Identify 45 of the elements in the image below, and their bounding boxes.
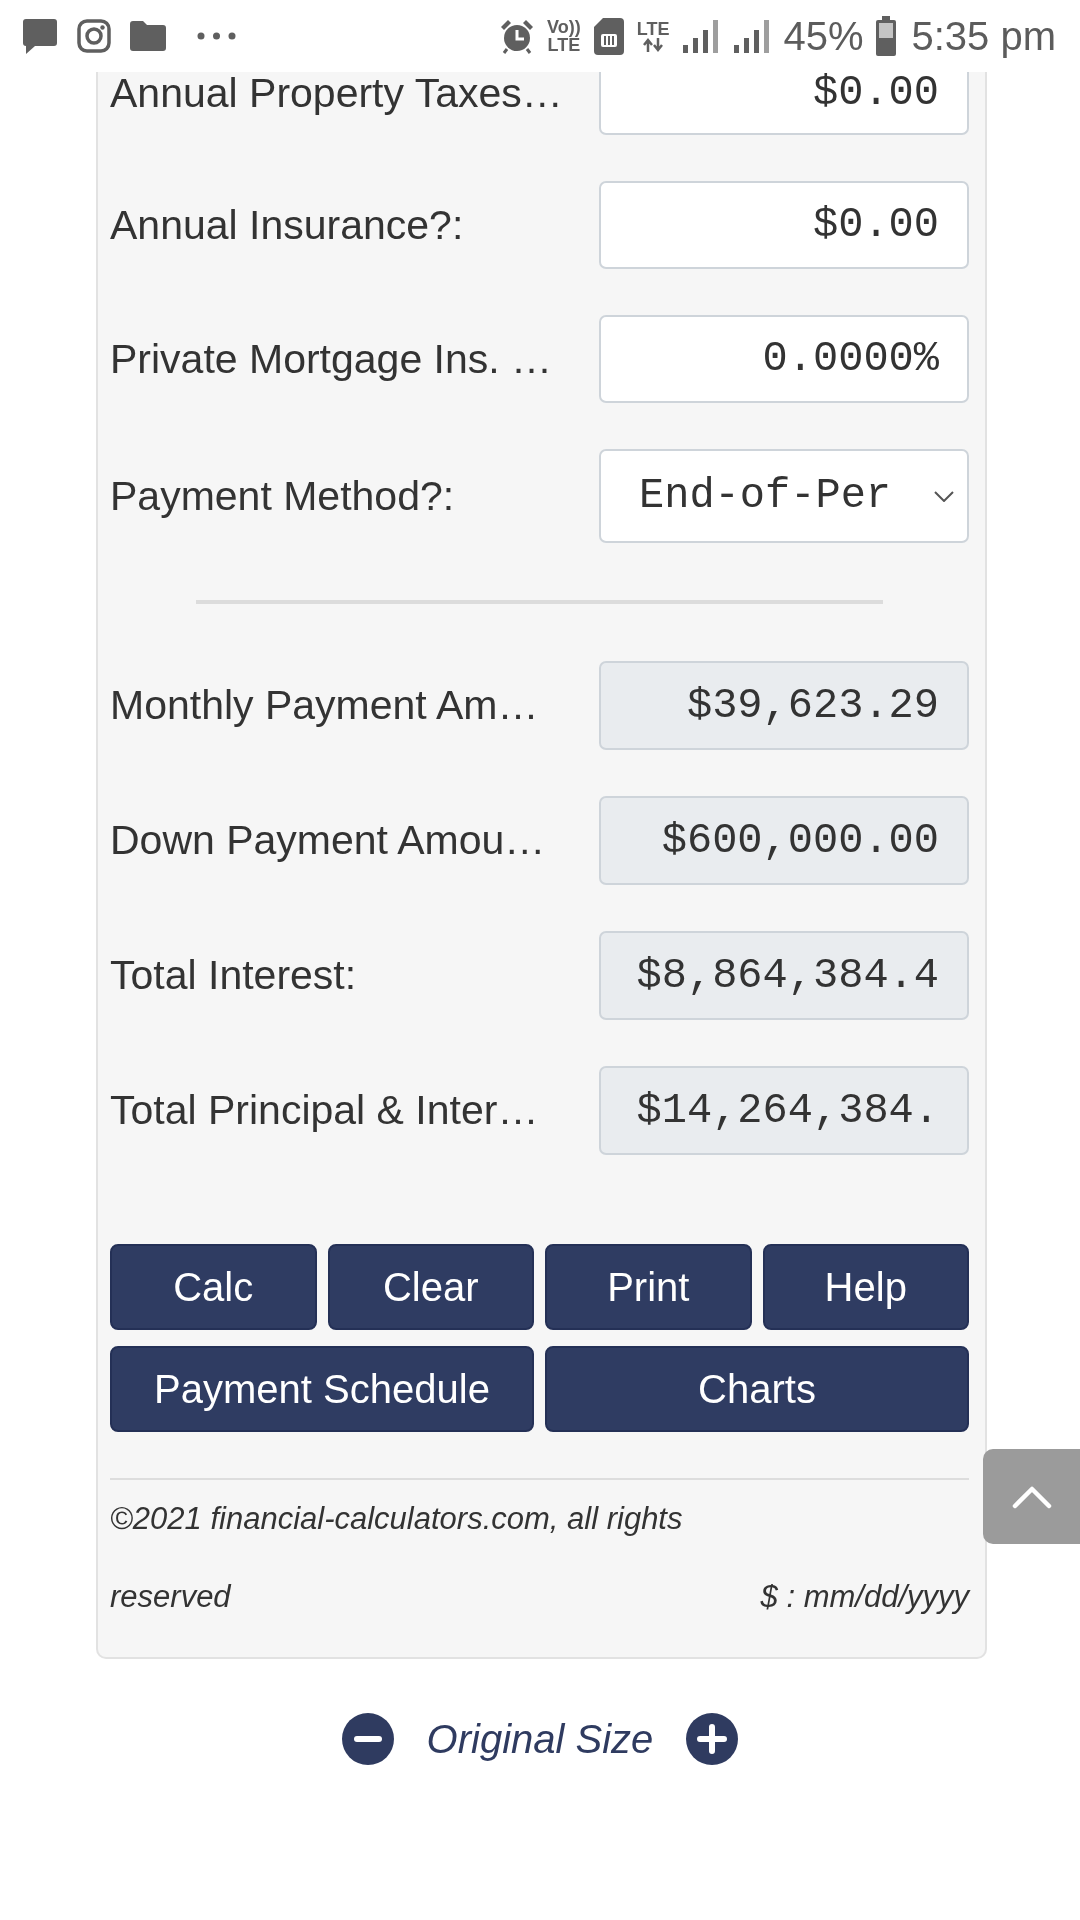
input-field[interactable]: $0.00 xyxy=(599,72,969,135)
action-button[interactable]: Clear xyxy=(327,1244,534,1330)
sim-card-icon xyxy=(592,17,625,55)
result-field: $8,864,384.4 xyxy=(599,931,969,1020)
voice-over-text: Vo)) xyxy=(547,18,581,36)
input-field[interactable]: $0.00 xyxy=(599,181,969,269)
network-type-text: LTE xyxy=(636,20,670,38)
data-arrows-icon xyxy=(642,38,665,52)
action-button[interactable]: Print xyxy=(545,1244,752,1330)
field-label: Monthly Payment Am… xyxy=(110,681,540,730)
result-field: $14,264,384. xyxy=(599,1066,969,1155)
result-field: $600,000.00 xyxy=(599,796,969,885)
battery-icon xyxy=(875,16,898,56)
field-label: Total Interest: xyxy=(110,951,358,1000)
more-dots-icon xyxy=(197,32,236,40)
action-button[interactable]: Help xyxy=(762,1244,969,1330)
action-button[interactable]: Charts xyxy=(545,1346,969,1432)
status-time: 5:35 pm xyxy=(911,13,1056,59)
field-label: Payment Method?: xyxy=(110,471,456,521)
scroll-top-button[interactable] xyxy=(983,1449,1080,1544)
field-label: Down Payment Amou… xyxy=(110,816,547,865)
chevron-down-icon xyxy=(934,490,954,502)
field-label: Private Mortgage Ins. … xyxy=(110,334,554,384)
folder-icon xyxy=(130,21,166,51)
signal-icon xyxy=(732,18,772,54)
zoom-level-label: Original Size xyxy=(426,1716,654,1763)
result-field: $39,623.29 xyxy=(599,661,969,750)
plus-circle-icon[interactable] xyxy=(686,1713,739,1765)
input-field[interactable]: 0.0000% xyxy=(599,315,969,403)
field-label: Annual Insurance?: xyxy=(110,200,465,250)
signal-icon xyxy=(681,18,721,54)
format-note-text: $ : mm/dd/yyyy xyxy=(760,1578,969,1616)
copyright-text: ©2021 financial-calculators.com, all rights reserved xyxy=(110,1500,684,1616)
chat-bubble-icon xyxy=(22,17,58,55)
field-label: Total Principal & Inter… xyxy=(110,1086,540,1135)
action-button[interactable]: Calc xyxy=(110,1244,317,1330)
lte-text: LTE xyxy=(547,36,581,54)
chevron-up-icon xyxy=(1011,1484,1052,1509)
field-label: Annual Property Taxes… xyxy=(110,72,564,114)
alarm-clock-icon xyxy=(499,18,536,54)
action-button[interactable]: Payment Schedule xyxy=(110,1346,534,1432)
battery-percent-text: 45% xyxy=(783,13,864,59)
camera-icon xyxy=(77,19,111,53)
dropdown-field[interactable]: End-of-Per xyxy=(599,449,969,543)
minus-circle-icon[interactable] xyxy=(341,1713,394,1765)
